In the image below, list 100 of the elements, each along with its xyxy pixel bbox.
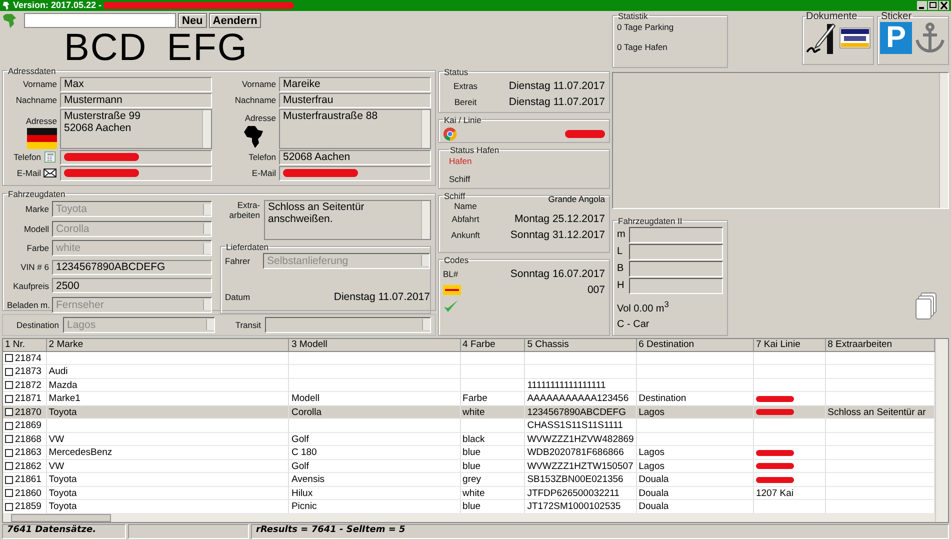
address-field[interactable]: Musterfraustraße 88 xyxy=(279,108,431,149)
minimize-icon[interactable] xyxy=(917,0,927,10)
scrollbar[interactable] xyxy=(421,200,430,239)
table-cell: Toyota xyxy=(48,501,77,512)
text-field[interactable]: Musterfrau xyxy=(279,92,431,108)
table-cell: grey xyxy=(462,474,482,486)
field-label: L xyxy=(617,246,624,258)
scrollbar[interactable] xyxy=(3,514,935,522)
table-cell: Douala xyxy=(638,474,669,486)
anchor-icon[interactable] xyxy=(914,22,946,54)
text-area[interactable]: Schloss an Seitentür anschweißen. xyxy=(264,200,431,240)
maximize-icon[interactable] xyxy=(928,0,938,10)
checkbox[interactable] xyxy=(5,381,13,390)
signature-icon[interactable] xyxy=(805,22,837,54)
checkbox[interactable] xyxy=(5,502,13,511)
parking-sticker[interactable]: P xyxy=(880,22,912,54)
scrollbar[interactable] xyxy=(935,338,948,522)
address-line: Musterfraustraße 88 xyxy=(283,110,379,122)
checkbox[interactable] xyxy=(5,448,13,457)
field-label: Nachname xyxy=(234,95,276,106)
group-label: Dokumente xyxy=(805,10,858,22)
text-field[interactable]: Mareike xyxy=(279,76,431,92)
checkbox[interactable] xyxy=(5,408,13,416)
dropdown[interactable] xyxy=(265,316,431,333)
text-field[interactable] xyxy=(628,244,723,260)
field-label: Ankunft xyxy=(450,230,481,240)
field-label: E-Mail xyxy=(16,168,41,178)
checkbox[interactable] xyxy=(5,489,13,498)
text-field[interactable] xyxy=(60,150,212,165)
column-header[interactable]: 6 Destination xyxy=(636,338,754,351)
text-field[interactable]: 1234567890ABCDEFG xyxy=(52,260,212,275)
table-row[interactable]: 21873 Audi xyxy=(3,365,935,379)
scrollbar[interactable] xyxy=(202,110,211,148)
table-row[interactable]: 21868 VW Golf black WVWZZZ1HZVW482869 xyxy=(3,432,935,446)
table-cell: CHASS1S11S11S1111 xyxy=(527,420,623,432)
search-field[interactable] xyxy=(24,13,176,28)
table-row[interactable]: 21874 xyxy=(3,352,935,366)
scrollbar[interactable] xyxy=(939,72,948,208)
documents-icon[interactable] xyxy=(915,292,937,320)
column-header[interactable]: 7 Kai Linie xyxy=(754,338,826,351)
field-label: Extra- arbeiten xyxy=(228,200,260,222)
checkbox[interactable] xyxy=(5,462,13,470)
scroll-thumb[interactable] xyxy=(11,514,111,522)
group-label: Fahrzeugdaten II xyxy=(617,216,684,226)
table-cell: WVWZZZ1HZVW482869 xyxy=(527,434,634,445)
table-cell: JT172SM1000102535 xyxy=(527,501,621,512)
table-row[interactable]: 21872 Mazda 11111111111111111 xyxy=(3,378,935,392)
text-field[interactable] xyxy=(279,166,431,181)
table-row[interactable]: 21863 MercedesBenz C 180 blue WDB2020781F686866 Lagos xyxy=(3,446,935,460)
table-row[interactable]: 21861 Toyota Avensis grey SB153ZBN00E021356 Douala xyxy=(3,473,935,487)
table-row[interactable]: 21869 CHASS1S11S11S1111 xyxy=(3,419,935,433)
column-header[interactable]: 5 Chassis xyxy=(525,338,637,351)
phone-icon xyxy=(43,151,57,164)
text-field[interactable]: 52068 Aachen xyxy=(279,150,431,165)
group-label: Statistik xyxy=(617,10,649,21)
table-cell: blue xyxy=(462,460,481,472)
column-header[interactable]: 2 Marke xyxy=(46,338,290,351)
group-label: Fahrzeugdaten xyxy=(7,188,66,199)
statistic-text: 0 Tage Hafen xyxy=(617,42,668,52)
status-item: Hafen xyxy=(449,156,473,166)
field-label: Modell xyxy=(22,224,49,234)
address-field[interactable]: Musterstraße 99 52068 Aachen xyxy=(60,108,212,149)
checkbox[interactable] xyxy=(5,368,13,376)
checkbox[interactable] xyxy=(5,354,13,362)
table-cell: Toyota xyxy=(48,406,77,418)
scrollbar[interactable] xyxy=(421,110,430,148)
table-row[interactable]: 21870 Toyota Corolla white 1234567890ABCDEFG Lagos Schloss an Seitentür ar xyxy=(3,406,935,420)
edit-button[interactable]: Aendern xyxy=(208,13,262,28)
checkbox[interactable] xyxy=(5,422,13,430)
column-header[interactable]: 1 Nr. xyxy=(3,338,47,351)
table-cell: 21870 xyxy=(15,406,42,418)
table-cell: blue xyxy=(462,447,481,458)
text-field[interactable] xyxy=(628,226,723,243)
text-field[interactable]: Max xyxy=(60,76,212,92)
column-header[interactable]: 3 Modell xyxy=(289,338,461,351)
text-field[interactable] xyxy=(628,260,723,277)
checkbox[interactable] xyxy=(5,435,13,444)
category-text: C - Car xyxy=(617,319,650,330)
status-text: 7641 Datensätze. xyxy=(2,524,126,539)
column-header[interactable]: 4 Farbe xyxy=(460,338,526,351)
field-label: Telefon xyxy=(14,152,41,162)
field-label: m xyxy=(617,229,626,240)
table-row[interactable]: 21860 Toyota Hilux white JTFDP626500032211 Douala 1207 Kai xyxy=(3,486,935,500)
table-row[interactable]: 21862 VW Golf blue WVWZZZ1HZTW150507 Lagos xyxy=(3,460,935,474)
text-field[interactable] xyxy=(60,166,212,181)
checkbox[interactable] xyxy=(5,394,13,403)
table-cell: Lagos xyxy=(638,406,664,418)
text-field[interactable]: 2500 xyxy=(52,278,212,294)
table-cell: white xyxy=(462,488,485,499)
field-label: Name xyxy=(453,200,478,211)
field-label: Farbe xyxy=(26,243,49,254)
checkbox[interactable] xyxy=(5,476,13,484)
text-field[interactable] xyxy=(628,278,723,294)
table-cell: 11111111111111111 xyxy=(527,380,606,391)
date-value: Sonntag 16.07.2017 xyxy=(510,268,605,280)
text-field[interactable]: Mustermann xyxy=(60,92,212,108)
new-button[interactable]: Neu xyxy=(178,13,207,28)
table-cell: SB153ZBN00E021356 xyxy=(527,474,624,486)
date-value: Sonntag 31.12.2017 xyxy=(510,228,605,241)
close-icon[interactable] xyxy=(939,0,949,10)
